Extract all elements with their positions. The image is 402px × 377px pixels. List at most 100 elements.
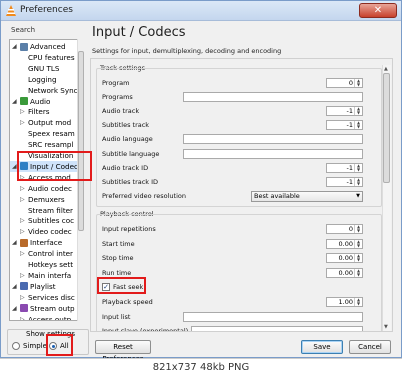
spin-arrows-icon[interactable]: ▲ ▼: [354, 298, 362, 306]
save-button[interactable]: Save: [301, 340, 343, 354]
sidebar-item-stream-outp[interactable]: ◢ Stream outp: [10, 303, 78, 314]
preferred-video-resolution-label: Preferred video resolution: [102, 191, 186, 200]
sidebar-item-speex-resam[interactable]: Speex resam: [10, 128, 78, 139]
sidebar-item-logging[interactable]: Logging: [10, 74, 78, 85]
program-value: 0: [348, 79, 353, 87]
sidebar-item-gnu-tls[interactable]: GNU TLS: [10, 63, 78, 74]
program-spinbox[interactable]: 0 ▲ ▼: [326, 78, 363, 88]
spin-arrows-icon[interactable]: ▲ ▼: [354, 79, 362, 87]
subtitles-track-id-spinbox[interactable]: -1 ▲ ▼: [326, 176, 363, 187]
collapsed-arrow-icon[interactable]: ▷: [20, 248, 25, 259]
highlight-all-radio: [46, 334, 73, 356]
spin-arrows-icon[interactable]: ▲ ▼: [354, 107, 362, 116]
sidebar-item-audio-codec[interactable]: ▷ Audio codec: [10, 183, 78, 194]
expanded-arrow-icon[interactable]: ◢: [12, 161, 17, 172]
expanded-arrow-icon[interactable]: ◢: [12, 237, 17, 248]
collapsed-arrow-icon[interactable]: ▷: [20, 226, 25, 237]
highlight-input-codecs: [17, 151, 92, 181]
collapsed-arrow-icon[interactable]: ▷: [20, 194, 25, 205]
stop-time-label: Stop time: [102, 254, 134, 263]
run-time-spinbox[interactable]: 0.00 ▲ ▼: [326, 267, 363, 278]
radio-simple[interactable]: [12, 342, 20, 350]
audio-language-field[interactable]: [183, 134, 363, 145]
audio-icon: [20, 97, 28, 105]
audio-track-spinbox[interactable]: -1 ▲ ▼: [326, 106, 363, 117]
search-label: Search: [11, 26, 36, 34]
window-title: Preferences: [20, 5, 73, 15]
input-list-field[interactable]: [183, 311, 363, 322]
audio-track-id-spinbox[interactable]: -1 ▲ ▼: [326, 162, 363, 173]
scroll-up-icon[interactable]: ▲: [384, 66, 388, 72]
sidebar-item-label: Logging: [28, 74, 57, 84]
spin-arrows-icon[interactable]: ▲ ▼: [354, 121, 362, 130]
collapsed-arrow-icon[interactable]: ▷: [20, 292, 25, 303]
collapsed-arrow-icon[interactable]: ▷: [20, 314, 25, 321]
sidebar-item-label: GNU TLS: [28, 63, 60, 73]
sidebar-item-cpu-features[interactable]: CPU features: [10, 52, 78, 63]
expanded-arrow-icon[interactable]: ◢: [12, 303, 17, 314]
sidebar-item-label: Stream filter: [28, 205, 74, 215]
spin-arrows-icon[interactable]: ▲ ▼: [354, 254, 362, 263]
audio-track-id-value: -1: [346, 163, 353, 172]
sidebar-item-audio[interactable]: ◢ Audio: [10, 96, 78, 107]
sidebar-item-output-mod[interactable]: ▷ Output mod: [10, 117, 78, 128]
sidebar-item-video-codec[interactable]: ▷ Video codec: [10, 226, 78, 237]
subtitles-track-spinbox[interactable]: -1 ▲ ▼: [326, 120, 363, 131]
stop-time-spinbox[interactable]: 0.00 ▲ ▼: [326, 253, 363, 264]
collapsed-arrow-icon[interactable]: ▷: [20, 215, 25, 226]
collapsed-arrow-icon[interactable]: ▷: [20, 117, 25, 128]
sidebar-item-label: Hotkeys sett: [28, 260, 74, 269]
subtitle-language-label: Subtitle language: [102, 149, 160, 158]
reset-preferences-button[interactable]: Reset Preferences: [95, 340, 151, 363]
subtitles-track-id-value: -1: [346, 177, 353, 186]
scroll-down-icon[interactable]: ▼: [384, 324, 388, 330]
sidebar-item-advanced[interactable]: ◢ Advanced: [10, 41, 78, 52]
input-slave-experimental-field[interactable]: [191, 326, 363, 331]
content-scrollbar-thumb[interactable]: [383, 73, 390, 183]
preferred-video-resolution-select[interactable]: Best available ▼: [251, 190, 363, 202]
collapsed-arrow-icon[interactable]: ▷: [20, 270, 25, 281]
sidebar-item-stream-filter[interactable]: Stream filter: [10, 205, 78, 216]
sidebar-item-control-inter[interactable]: ▷ Control inter: [10, 248, 78, 259]
collapsed-arrow-icon[interactable]: ▷: [20, 183, 25, 194]
start-time-spinbox[interactable]: 0.00 ▲ ▼: [326, 238, 363, 249]
spin-arrows-icon[interactable]: ▲ ▼: [354, 163, 362, 172]
sidebar-item-filters[interactable]: ▷ Filters: [10, 106, 78, 117]
sidebar-item-access-outp[interactable]: ▷ Access outp: [10, 314, 78, 321]
interface-icon: [20, 238, 28, 247]
close-button[interactable]: ✕: [359, 3, 397, 18]
sidebar-item-label: Output mod: [28, 118, 72, 128]
run-time-label: Run time: [102, 268, 132, 277]
cancel-button[interactable]: Cancel: [349, 340, 391, 354]
input-repetitions-spinbox[interactable]: 0 ▲ ▼: [326, 224, 363, 234]
subtitle-language-field[interactable]: [183, 148, 363, 159]
spin-arrows-icon[interactable]: ▲ ▼: [354, 239, 362, 248]
sidebar-item-playlist[interactable]: ◢ Playlist: [10, 281, 78, 292]
tree-scrollbar-thumb[interactable]: [78, 51, 84, 231]
spin-arrows-icon[interactable]: ▲ ▼: [354, 225, 362, 233]
programs-field[interactable]: [183, 92, 363, 103]
sidebar-item-label: SRC resampl: [28, 140, 74, 150]
playback-speed-value: 1.00: [338, 298, 353, 306]
sidebar-item-label: Services disc: [28, 292, 75, 302]
sidebar-item-interface[interactable]: ◢ Interface: [10, 237, 78, 248]
expanded-arrow-icon[interactable]: ◢: [12, 96, 17, 107]
sidebar-item-network-sync[interactable]: Network Sync: [10, 85, 78, 96]
input-repetitions-label: Input repetitions: [102, 225, 156, 233]
expanded-arrow-icon[interactable]: ◢: [12, 41, 17, 52]
sidebar-item-src-resampl[interactable]: SRC resampl: [10, 139, 78, 150]
spin-arrows-icon[interactable]: ▲ ▼: [354, 268, 362, 277]
sidebar-item-services-disc[interactable]: ▷ Services disc: [10, 292, 78, 303]
collapsed-arrow-icon[interactable]: ▷: [20, 106, 25, 117]
sidebar-item-hotkeys-sett[interactable]: Hotkeys sett: [10, 259, 78, 270]
sidebar-item-label: Video codec: [28, 227, 72, 237]
sidebar-item-main-interfa[interactable]: ▷ Main interfa: [10, 270, 78, 281]
input-list-label: Input list: [102, 312, 131, 321]
input-slave-experimental-label: Input slave (experimental): [102, 327, 189, 332]
sidebar-item-subtitles-coc[interactable]: ▷ Subtitles coc: [10, 215, 78, 226]
sidebar-item-label: Interface: [30, 238, 63, 248]
expanded-arrow-icon[interactable]: ◢: [12, 281, 17, 292]
sidebar-item-demuxers[interactable]: ▷ Demuxers: [10, 194, 78, 205]
playback-speed-spinbox[interactable]: 1.00 ▲ ▼: [326, 297, 363, 307]
spin-arrows-icon[interactable]: ▲ ▼: [354, 177, 362, 186]
